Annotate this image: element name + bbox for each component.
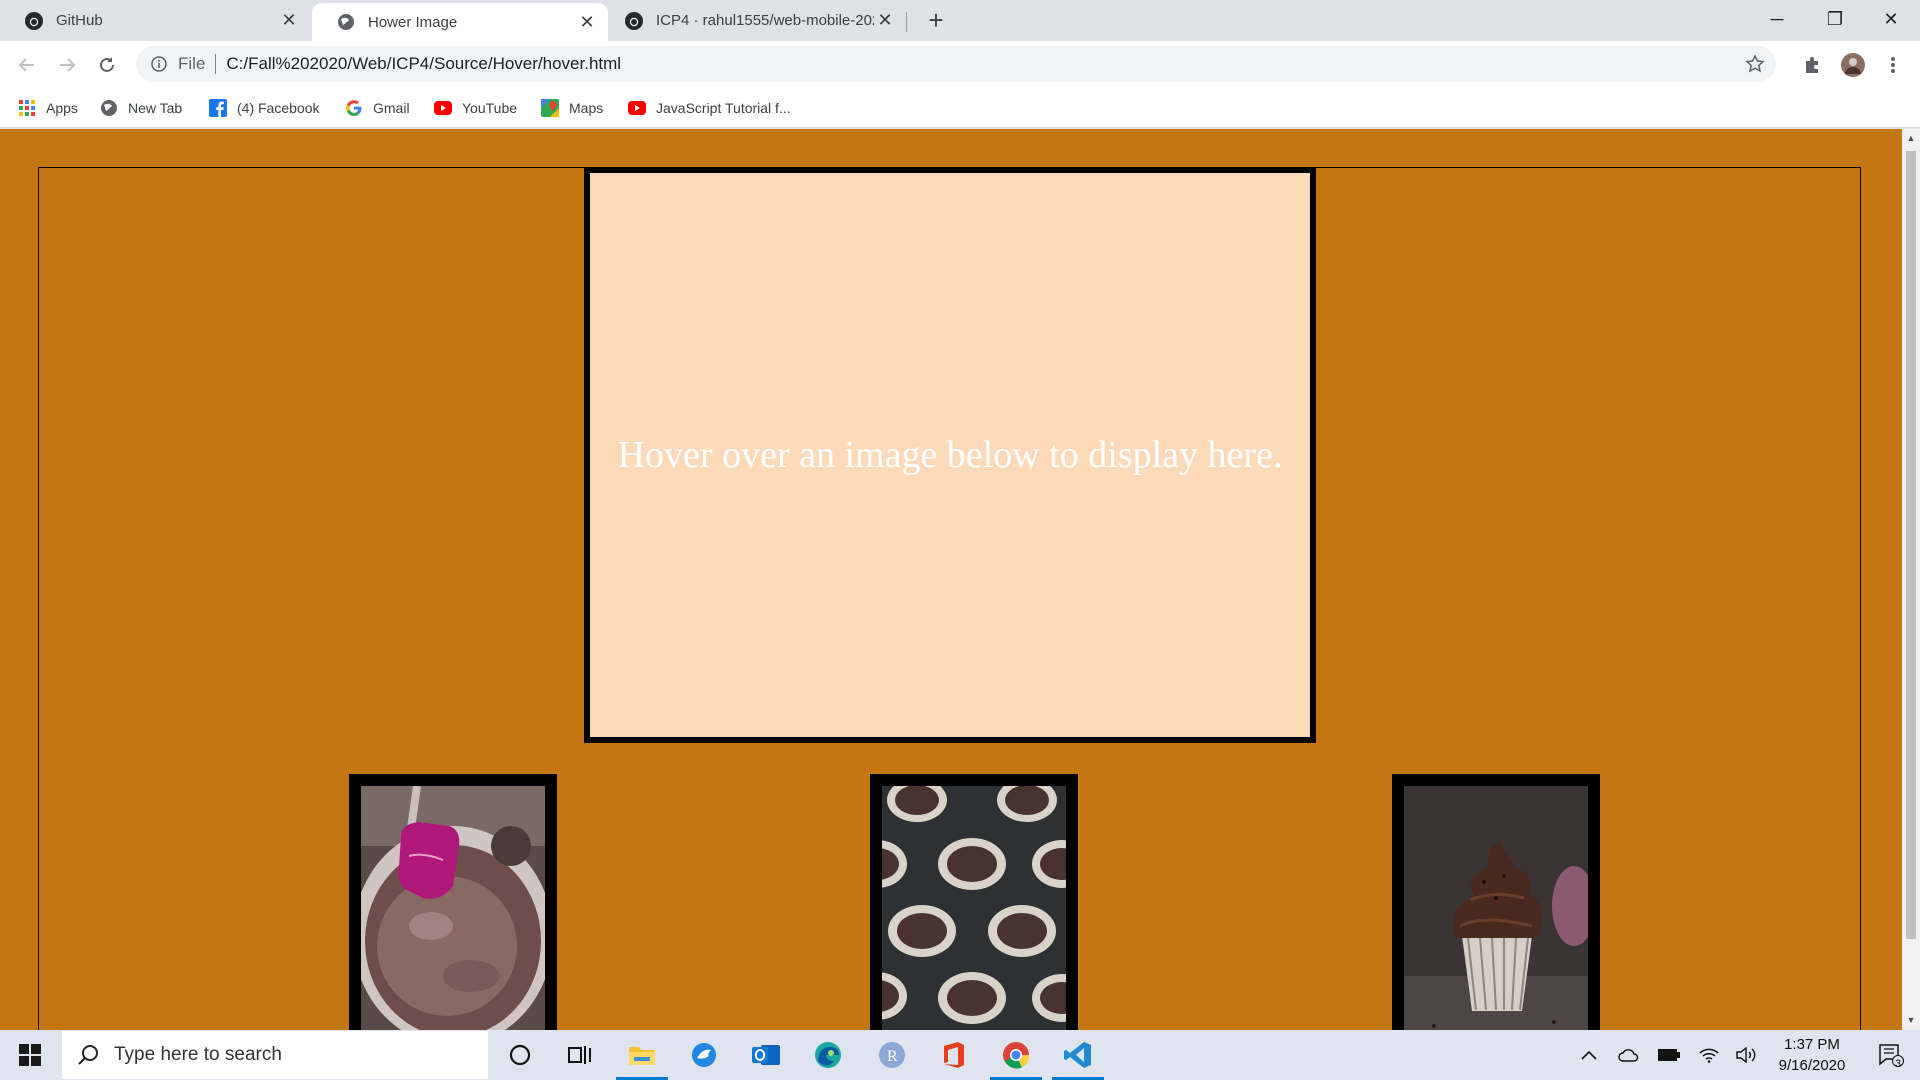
tab-title: ICP4 · rahul1555/web-mobile-2020 <box>656 12 874 29</box>
address-bar[interactable]: File C:/Fall%202020/Web/ICP4/Source/Hove… <box>136 46 1776 82</box>
bookmark-apps[interactable]: Apps <box>18 96 78 120</box>
tab-title: GitHub <box>56 12 103 29</box>
task-view-icon[interactable] <box>550 1030 610 1080</box>
tab-separator <box>906 12 907 32</box>
page-scrollbar[interactable]: ▲ ▼ <box>1902 129 1920 1030</box>
file-explorer-icon[interactable] <box>612 1030 672 1080</box>
bookmark-label: New Tab <box>128 100 183 116</box>
globe-icon <box>336 12 356 32</box>
bookmark-facebook[interactable]: (4) Facebook <box>209 96 319 120</box>
github-icon <box>24 11 44 31</box>
reload-icon <box>100 57 114 72</box>
notification-count-badge: 3 <box>1895 1058 1902 1070</box>
bookmark-new-tab[interactable]: New Tab <box>100 96 182 120</box>
globe-icon <box>100 99 118 117</box>
bookmark-label: (4) Facebook <box>237 100 320 116</box>
url-separator <box>215 54 217 74</box>
google-icon <box>345 99 363 117</box>
page-viewport: Hover over an image below to display her… <box>0 129 1902 1030</box>
url-text[interactable]: C:/Fall%202020/Web/ICP4/Source/Hover/hov… <box>226 54 1742 74</box>
chrome-icon[interactable] <box>986 1030 1046 1080</box>
scrollbar-thumb[interactable] <box>1906 151 1916 939</box>
battery-icon[interactable] <box>1656 1030 1682 1080</box>
thumb-frosted-cupcake[interactable] <box>1392 774 1600 1030</box>
edge-icon[interactable] <box>798 1030 858 1080</box>
back-button[interactable] <box>12 50 42 80</box>
bookmark-label: Apps <box>46 100 78 116</box>
office-icon[interactable] <box>924 1030 984 1080</box>
forward-button[interactable] <box>52 50 82 80</box>
outlook-icon[interactable] <box>736 1030 796 1080</box>
close-tab-icon[interactable]: ✕ <box>278 10 300 32</box>
bookmark-javascript-tutorial[interactable]: JavaScript Tutorial f... <box>628 96 791 120</box>
bookmark-label: YouTube <box>462 100 518 116</box>
arrow-right-icon <box>60 58 76 72</box>
action-center-button[interactable]: 3 <box>1866 1030 1916 1080</box>
bookmark-star-icon[interactable] <box>1742 51 1768 77</box>
kebab-menu-icon <box>1891 57 1895 73</box>
bookmark-youtube[interactable]: YouTube <box>434 96 517 120</box>
search-placeholder: Type here to search <box>114 1044 282 1065</box>
windows-taskbar: Type here to search R 1:37 PM 9/16/2020 … <box>0 1030 1920 1080</box>
apps-grid-icon <box>18 99 36 117</box>
reload-button[interactable] <box>92 50 122 80</box>
maps-icon <box>541 99 559 117</box>
clock-time: 1:37 PM <box>1784 1036 1840 1053</box>
browser-menu-button[interactable] <box>1878 50 1908 80</box>
browser-toolbar: File C:/Fall%202020/Web/ICP4/Source/Hove… <box>0 41 1920 88</box>
onedrive-icon[interactable] <box>1616 1030 1642 1080</box>
wifi-icon[interactable] <box>1696 1030 1722 1080</box>
github-icon <box>624 11 644 31</box>
bookmark-label: JavaScript Tutorial f... <box>656 100 791 116</box>
youtube-icon <box>434 99 452 117</box>
scroll-down-arrow-icon[interactable]: ▼ <box>1906 1015 1916 1025</box>
bookmark-label: Gmail <box>373 100 410 116</box>
svg-text:R: R <box>887 1048 898 1065</box>
tab-icp4-repo[interactable]: ICP4 · rahul1555/web-mobile-2020 ✕ <box>610 0 906 41</box>
puzzle-icon <box>1806 57 1818 73</box>
minimize-button[interactable]: ─ <box>1748 0 1806 38</box>
system-clock[interactable]: 1:37 PM 9/16/2020 <box>1760 1034 1864 1076</box>
tab-github[interactable]: GitHub ✕ <box>0 0 310 41</box>
start-button[interactable] <box>0 1030 60 1080</box>
scroll-up-arrow-icon[interactable]: ▲ <box>1906 133 1916 143</box>
profile-avatar[interactable] <box>1838 50 1868 80</box>
arrow-left-icon <box>18 58 34 72</box>
tab-title: Hower Image <box>368 13 458 31</box>
cortana-icon[interactable] <box>490 1030 550 1080</box>
extensions-button[interactable] <box>1797 50 1827 80</box>
taskbar-search-box[interactable]: Type here to search <box>62 1031 488 1079</box>
r-app-icon[interactable]: R <box>862 1030 922 1080</box>
new-tab-button[interactable]: + <box>922 5 950 35</box>
close-tab-icon[interactable]: ✕ <box>576 11 598 33</box>
restore-button[interactable]: ❐ <box>1806 0 1864 38</box>
search-icon <box>76 1043 100 1067</box>
info-icon[interactable] <box>150 55 168 73</box>
close-window-button[interactable]: ✕ <box>1862 0 1920 38</box>
close-tab-icon[interactable]: ✕ <box>874 10 896 32</box>
clock-date: 9/16/2020 <box>1778 1057 1846 1074</box>
windows-icon <box>19 1044 41 1066</box>
image-display-area: Hover over an image below to display her… <box>584 167 1316 743</box>
thumb-muffin-tin[interactable] <box>870 774 1078 1030</box>
vscode-icon[interactable] <box>1048 1030 1108 1080</box>
thumb-batter-bowl[interactable] <box>349 774 557 1030</box>
bookmark-label: Maps <box>569 100 604 116</box>
bookmarks-bar: Apps New Tab (4) Facebook Gmail YouTube … <box>0 88 1920 128</box>
show-hidden-icons-chevron-icon[interactable] <box>1576 1030 1602 1080</box>
facebook-icon <box>209 99 227 117</box>
bird-app-icon[interactable] <box>674 1030 734 1080</box>
youtube-icon <box>628 99 646 117</box>
bookmark-maps[interactable]: Maps <box>541 96 603 120</box>
bookmark-gmail[interactable]: Gmail <box>345 96 410 120</box>
volume-icon[interactable] <box>1734 1030 1760 1080</box>
url-scheme: File <box>178 54 206 73</box>
display-instruction-text: Hover over an image below to display her… <box>617 434 1283 476</box>
browser-tab-strip: GitHub ✕ Hower Image ✕ ICP4 · rahul1555/… <box>0 0 1920 41</box>
tab-hower-image[interactable]: Hower Image ✕ <box>312 3 608 41</box>
